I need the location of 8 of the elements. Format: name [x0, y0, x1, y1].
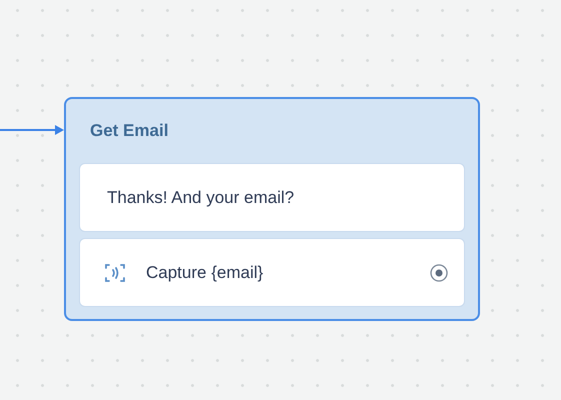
- capture-icon: [104, 262, 126, 284]
- capture-label: Capture {email}: [146, 262, 264, 284]
- message-card[interactable]: Thanks! And your email?: [79, 163, 465, 232]
- connector-arrow: [0, 125, 64, 135]
- node-title: Get Email: [89, 120, 170, 142]
- flow-node[interactable]: Get Email Thanks! And your email? Capture {email}: [64, 97, 480, 321]
- capture-card[interactable]: Capture {email}: [79, 238, 465, 307]
- output-port-icon[interactable]: [430, 264, 448, 282]
